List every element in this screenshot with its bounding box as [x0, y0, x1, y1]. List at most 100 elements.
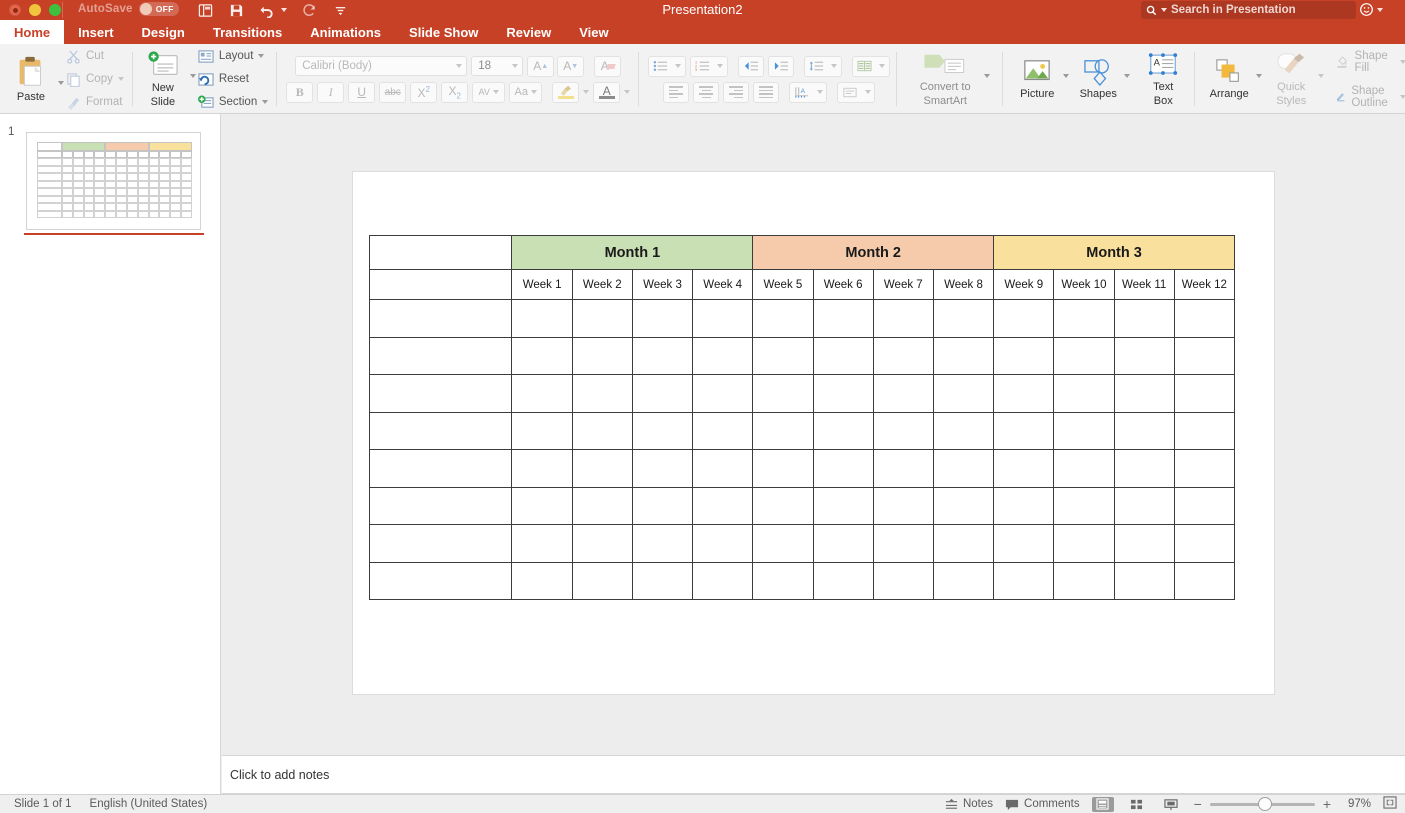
numbering-caret-icon[interactable] [717, 64, 724, 68]
table-data-cell[interactable] [872, 374, 934, 413]
zoom-in-button[interactable]: + [1323, 796, 1331, 812]
table-data-cell[interactable] [1053, 299, 1115, 338]
table-data-cell[interactable] [932, 561, 995, 600]
table-data-cell[interactable] [1113, 299, 1175, 338]
search-input[interactable]: Search in Presentation [1141, 1, 1356, 19]
table-data-cell[interactable] [692, 561, 754, 600]
increase-indent-button[interactable] [768, 55, 795, 77]
table-data-cell[interactable] [872, 561, 934, 600]
table-data-cell[interactable] [1113, 411, 1175, 450]
table-data-cell[interactable] [812, 336, 874, 375]
table-week-header-cell[interactable]: Week 7 [872, 269, 934, 300]
table-week-header-cell[interactable]: Week 9 [993, 269, 1055, 300]
table-row-label-cell[interactable] [368, 561, 513, 600]
table-data-cell[interactable] [692, 486, 754, 525]
table-data-cell[interactable] [631, 561, 694, 600]
tab-home[interactable]: Home [0, 20, 65, 44]
table-row-label-cell[interactable] [368, 374, 513, 413]
table-data-cell[interactable] [993, 449, 1055, 488]
table-month-header-cell[interactable]: Month 3 [993, 235, 1235, 270]
section-dropdown-caret-icon[interactable] [262, 100, 269, 104]
table-data-cell[interactable] [812, 524, 874, 563]
tab-slide-show[interactable]: Slide Show [395, 20, 492, 44]
character-spacing-caret-icon[interactable] [492, 90, 499, 94]
superscript-button[interactable]: X2 [410, 81, 438, 103]
table-data-cell[interactable] [631, 299, 694, 338]
table-data-cell[interactable] [1113, 486, 1175, 525]
table-data-cell[interactable] [511, 449, 573, 488]
table-data-cell[interactable] [1173, 524, 1236, 563]
format-painter-button[interactable]: Format [66, 93, 124, 112]
table-data-cell[interactable] [932, 486, 995, 525]
table-week-header-cell[interactable]: Week 6 [812, 269, 874, 300]
font-name-input[interactable]: Calibri (Body) [295, 56, 468, 76]
font-name-caret-icon[interactable] [456, 64, 463, 68]
table-row-label-cell[interactable] [368, 486, 513, 525]
tab-insert[interactable]: Insert [64, 20, 127, 44]
table-data-cell[interactable] [631, 449, 694, 488]
view-slide-sorter-button[interactable] [1126, 797, 1148, 812]
shape-outline-caret-icon[interactable] [1399, 94, 1405, 99]
table-week-header-cell[interactable]: Week 11 [1113, 269, 1175, 300]
table-data-cell[interactable] [752, 449, 814, 488]
table-data-cell[interactable] [571, 336, 633, 375]
paste-button[interactable]: Paste [6, 55, 56, 103]
table-data-cell[interactable] [1053, 374, 1115, 413]
table-data-cell[interactable] [1113, 336, 1175, 375]
table-data-cell[interactable] [1173, 449, 1236, 488]
table-row-label-cell[interactable] [368, 336, 513, 375]
table-week-header-cell[interactable]: Week 3 [631, 269, 694, 300]
tab-review[interactable]: Review [492, 20, 565, 44]
zoom-slider-knob[interactable] [1258, 798, 1271, 810]
table-data-cell[interactable] [1053, 336, 1115, 375]
table-data-cell[interactable] [752, 374, 814, 413]
slide-surface[interactable]: Month 1 Month 2 Month 3 Week 1 Week 2 Week 3W… [353, 172, 1274, 694]
table-data-cell[interactable] [752, 336, 814, 375]
reset-button[interactable]: Reset [198, 70, 268, 89]
table-data-cell[interactable] [1053, 486, 1115, 525]
table-data-cell[interactable] [1053, 561, 1115, 600]
smartart-dropdown-caret-icon[interactable] [984, 74, 991, 78]
italic-button[interactable]: I [317, 81, 345, 103]
table-data-cell[interactable] [1173, 299, 1236, 338]
table-data-cell[interactable] [993, 336, 1055, 375]
table-data-cell[interactable] [872, 336, 934, 375]
table-data-cell[interactable] [571, 411, 633, 450]
fit-slide-to-window-button[interactable] [1383, 796, 1397, 812]
table-data-cell[interactable] [1173, 374, 1236, 413]
view-normal-button[interactable] [1091, 796, 1114, 812]
table-data-cell[interactable] [993, 524, 1055, 563]
table-data-cell[interactable] [511, 336, 573, 375]
table-data-cell[interactable] [631, 486, 694, 525]
align-text-caret-icon[interactable] [864, 90, 871, 94]
decrease-font-size-button[interactable]: A ▼ [557, 55, 585, 77]
table-data-cell[interactable] [932, 336, 995, 375]
table-data-cell[interactable] [932, 449, 995, 488]
slide-canvas-area[interactable]: Month 1 Month 2 Month 3 Week 1 Week 2 Week 3W… [221, 114, 1405, 794]
table-data-cell[interactable] [752, 411, 814, 450]
table-data-cell[interactable] [1173, 336, 1236, 375]
table-data-cell[interactable] [1053, 449, 1115, 488]
font-color-caret-icon[interactable] [624, 90, 631, 94]
table-week-header-cell[interactable]: Week 4 [692, 269, 754, 300]
table-rowlabel-header-cell[interactable] [368, 269, 513, 300]
schedule-table[interactable]: Month 1 Month 2 Month 3 Week 1 Week 2 Week 3W… [368, 235, 1236, 600]
table-data-cell[interactable] [812, 486, 874, 525]
table-data-cell[interactable] [511, 524, 573, 563]
feedback-menu[interactable] [1359, 2, 1383, 17]
shape-fill-button[interactable]: Shape Fill [1336, 50, 1405, 74]
zoom-out-button[interactable]: − [1194, 796, 1202, 812]
table-data-cell[interactable] [692, 449, 754, 488]
table-data-cell[interactable] [692, 374, 754, 413]
bold-button[interactable]: B [286, 81, 314, 103]
search-scope-caret-icon[interactable] [1161, 8, 1167, 12]
table-data-cell[interactable] [1173, 486, 1236, 525]
table-row-label-cell[interactable] [368, 299, 513, 338]
arrange-button[interactable]: Arrange [1204, 58, 1254, 100]
tab-design[interactable]: Design [128, 20, 199, 44]
decrease-indent-button[interactable] [738, 55, 765, 77]
table-row-label-cell[interactable] [368, 411, 513, 450]
tab-view[interactable]: View [565, 20, 622, 44]
tab-animations[interactable]: Animations [296, 20, 395, 44]
shapes-button[interactable]: Shapes [1073, 58, 1123, 100]
